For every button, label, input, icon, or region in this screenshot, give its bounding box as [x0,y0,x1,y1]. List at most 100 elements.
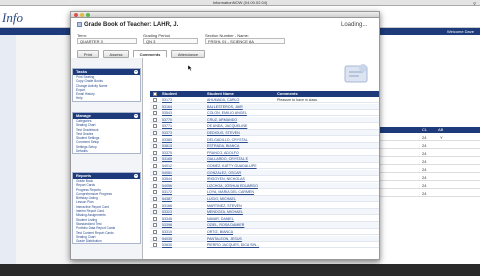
row-checkbox[interactable] [153,170,157,175]
row-checkbox[interactable] [153,150,157,155]
student-id-link[interactable]: 53830 [162,242,172,248]
row-checkbox[interactable] [153,104,157,109]
student-name-link[interactable]: LOYA, MARIA DEL CARMEN [207,189,254,195]
section-field[interactable]: FRSHL 01 - SCIENCE 8A [205,38,285,44]
collapse-icon[interactable]: − [134,114,138,118]
student-id-link[interactable]: 53165 [162,156,172,162]
tab-assess[interactable]: Assess [103,50,129,58]
student-id-link[interactable]: 53543 [162,110,172,116]
student-name-link[interactable]: MARTINEZ, STEVEN [207,203,242,209]
student-name-link[interactable]: LIZCHOA, JOSHUA EDUARDO [207,183,258,189]
student-id-link[interactable]: 53173 [162,97,172,103]
student-id-link[interactable]: 53310 [162,229,172,235]
reports-panel-header[interactable]: Reports − [73,173,140,179]
student-name-link[interactable]: ESTRADA, BIANCA [207,143,239,149]
student-id-link[interactable]: 53373 [162,130,172,136]
term-field[interactable]: QUARTER 3 [77,38,137,44]
row-checkbox[interactable] [153,216,157,221]
student-id-link[interactable]: 54035 [162,236,172,242]
student-name-link[interactable]: GALLARDO, CRYSTAL E [207,156,248,162]
grading-period-field[interactable]: QN 3 [143,38,198,44]
student-name-link[interactable]: GOMEZ, KATTY GUADALUPE [207,163,257,169]
row-checkbox[interactable] [153,177,157,182]
cl-value: 24 [422,159,427,164]
student-name-link[interactable]: PANTALEON, JESUS [207,236,242,242]
student-comment[interactable]: Pleasure to have in class. [277,97,318,103]
student-id-link[interactable]: 53380 [162,137,172,143]
row-checkbox[interactable] [153,137,157,142]
tasks-panel-header[interactable]: Tasks − [73,69,140,75]
row-checkbox[interactable] [153,197,157,201]
student-id-link[interactable]: 53544 [162,176,172,182]
row-checkbox[interactable] [153,210,157,215]
row-checkbox[interactable] [153,117,157,122]
student-id-link[interactable]: 54056 [162,183,172,189]
student-name-link[interactable]: DELGADILLO, CRYSTAL [207,137,248,143]
row-checkbox[interactable] [153,190,157,195]
select-all-checkbox[interactable] [153,92,157,96]
reports-title: Reports [76,173,92,178]
student-name-link[interactable]: FRANCO, ADOLFO [207,150,239,156]
student-id-link[interactable]: 53164 [162,104,172,110]
student-name-link[interactable]: BALLESTEROS, JAIR [207,104,243,110]
row-checkbox[interactable] [153,98,157,102]
table-row: 53166 MARTINEZ, STEVEN [150,203,379,209]
student-id-link[interactable]: 53323 [162,209,172,215]
student-id-link[interactable]: 53375 [162,150,172,156]
minimize-window-icon[interactable] [80,13,84,17]
student-name-link[interactable]: DE ANDA, JACQUELINE [207,123,247,129]
student-name-link[interactable]: DEDIOUS, STEVEN [207,130,240,136]
student-id-link[interactable]: 54012 [162,163,172,169]
row-checkbox[interactable] [153,236,157,241]
row-checkbox[interactable] [153,243,157,248]
student-name-link[interactable]: COLON, EMILIO ANGEL [207,110,247,116]
row-checkbox[interactable] [153,203,157,208]
row-checkbox[interactable] [153,111,157,116]
student-name-link[interactable]: LUCIO, MICHAEL [207,196,236,202]
student-id-link[interactable]: 53166 [162,203,172,209]
table-row: 53771 DE ANDA, JACQUELINE [150,123,379,130]
close-window-icon[interactable] [74,13,78,17]
student-id-link[interactable]: 54081 [162,170,172,176]
collapse-icon[interactable]: − [134,174,138,178]
app-logo: Info [2,10,23,25]
row-checkbox[interactable] [153,223,157,228]
student-name-link[interactable]: NAVAR, DANIEL [207,216,234,222]
tab-attendance[interactable]: Attendance [171,50,205,58]
student-name-link[interactable]: MENDOZA, MICHAEL [207,209,243,215]
student-name-link[interactable]: IRIGOYEN, NICHOLAS [207,176,245,182]
student-id-link[interactable]: 53172 [162,189,172,195]
tab-comments[interactable]: Comments [133,50,167,58]
student-id-link[interactable]: 53398 [162,222,172,228]
manage-panel-header[interactable]: Manage − [73,113,140,119]
background-table-row: 24 [380,142,480,149]
row-checkbox[interactable] [153,230,157,234]
student-name-link[interactable]: CRUZ, ARMANDO [207,117,237,123]
student-name-link[interactable]: OZIEL, ROSA DAMIER [207,222,244,228]
student-name-link[interactable]: GONZALEZ, OSCAR [207,170,241,176]
student-name-link[interactable]: ORTIZ, BIANCA [207,229,233,235]
tab-print[interactable]: Print [77,50,99,58]
panel-link[interactable]: Help [73,96,140,100]
cl-value: 24 [422,143,427,148]
row-checkbox[interactable] [153,183,157,188]
collapse-icon[interactable]: − [134,70,138,74]
student-id-link[interactable]: 54387 [162,196,172,202]
row-checkbox[interactable] [153,124,157,129]
panel-link[interactable]: Defaults [73,149,140,153]
row-checkbox[interactable] [153,164,157,168]
student-name-link[interactable]: PIERRO JACQUES, DICA SIN... [207,242,259,248]
student-id-link[interactable]: 53771 [162,123,172,129]
row-checkbox[interactable] [153,131,157,135]
student-id-link[interactable]: 53770 [162,117,172,123]
student-id-link[interactable]: 53345 [162,216,172,222]
table-row: 53813 ESTRADA, BIANCA [150,143,379,150]
panel-link[interactable]: Grade Distribution [73,239,140,243]
dock [0,264,480,276]
header-ab: AB [438,127,444,132]
student-name-link[interactable]: AHUMADA, CARLO [207,97,239,103]
student-id-link[interactable]: 53813 [162,143,172,149]
row-checkbox[interactable] [153,144,157,149]
row-checkbox[interactable] [153,157,157,162]
zoom-window-icon[interactable] [86,13,90,17]
